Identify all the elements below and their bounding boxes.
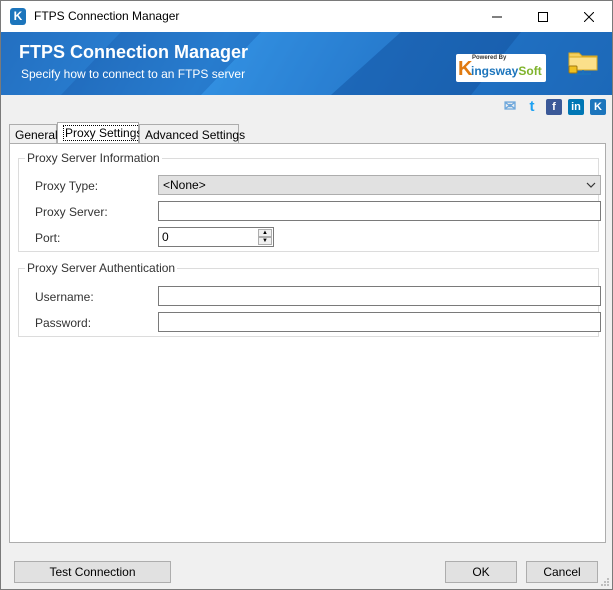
dialog-window: K FTPS Connection Manager FTPS Connectio… (0, 0, 613, 590)
header-banner: FTPS Connection Manager Specify how to c… (1, 32, 612, 95)
minimize-icon (492, 16, 502, 17)
group-label-proxy-info: Proxy Server Information (25, 151, 162, 165)
maximize-icon (538, 11, 548, 22)
username-label: Username: (35, 290, 94, 304)
port-stepper[interactable]: 0 ▲ ▼ (158, 227, 274, 247)
proxy-server-information-group: Proxy Server Information Proxy Type: <No… (18, 151, 601, 252)
logo-powered-by: Powered By (472, 55, 507, 61)
port-value: 0 (162, 230, 169, 244)
resize-grip-icon[interactable] (600, 577, 610, 587)
tab-advanced-settings[interactable]: Advanced Settings (139, 124, 245, 143)
email-icon[interactable]: ✉ (502, 99, 518, 115)
kingswaysoft-icon[interactable]: K (590, 99, 606, 115)
port-label: Port: (35, 231, 61, 245)
tab-general[interactable]: General (9, 124, 58, 143)
proxy-server-input[interactable] (158, 201, 601, 221)
tab-advanced-settings-label: Advanced Settings (145, 128, 246, 142)
port-decrement-button[interactable]: ▼ (258, 237, 272, 245)
logo-brand-ingsway: ingsway (471, 64, 519, 78)
tab-proxy-settings[interactable]: Proxy Settings (57, 122, 145, 144)
port-increment-button[interactable]: ▲ (258, 229, 272, 237)
social-links: ✉ t f in K (502, 99, 606, 115)
proxy-server-label: Proxy Server: (35, 205, 108, 219)
proxy-settings-panel: Proxy Server Information Proxy Type: <No… (9, 143, 606, 543)
app-icon: K (10, 8, 26, 25)
logo-brand: ingswaySoft (471, 64, 542, 78)
proxy-server-authentication-group: Proxy Server Authentication Username: Pa… (18, 261, 601, 337)
kingswaysoft-logo: Powered By K ingswaySoft (456, 54, 546, 82)
banner-title: FTPS Connection Manager (19, 42, 249, 62)
close-button[interactable] (566, 1, 612, 32)
ok-button[interactable]: OK (445, 561, 517, 583)
proxy-type-select[interactable]: <None> (158, 175, 601, 195)
tab-proxy-settings-label: Proxy Settings (63, 125, 145, 141)
title-bar: K FTPS Connection Manager (1, 1, 612, 32)
window-title: FTPS Connection Manager (34, 9, 180, 23)
facebook-icon[interactable]: f (546, 99, 562, 115)
password-label: Password: (35, 316, 92, 330)
maximize-button[interactable] (520, 1, 566, 32)
tab-general-label: General (15, 128, 58, 142)
twitter-icon[interactable]: t (524, 99, 540, 115)
test-connection-button[interactable]: Test Connection (14, 561, 171, 583)
network-folder-icon (568, 52, 598, 75)
proxy-type-label: Proxy Type: (35, 179, 99, 193)
banner-subtitle: Specify how to connect to an FTPS server (21, 67, 246, 81)
proxy-type-value: <None> (163, 178, 206, 192)
group-label-proxy-auth: Proxy Server Authentication (25, 261, 178, 275)
minimize-button[interactable] (474, 1, 520, 32)
chevron-down-icon (586, 182, 596, 188)
cancel-button[interactable]: Cancel (526, 561, 598, 583)
logo-brand-soft: Soft (518, 64, 542, 78)
password-input[interactable] (158, 312, 601, 332)
close-icon (584, 11, 594, 22)
username-input[interactable] (158, 286, 601, 306)
linkedin-icon[interactable]: in (568, 99, 584, 115)
port-stepper-buttons: ▲ ▼ (258, 229, 272, 245)
